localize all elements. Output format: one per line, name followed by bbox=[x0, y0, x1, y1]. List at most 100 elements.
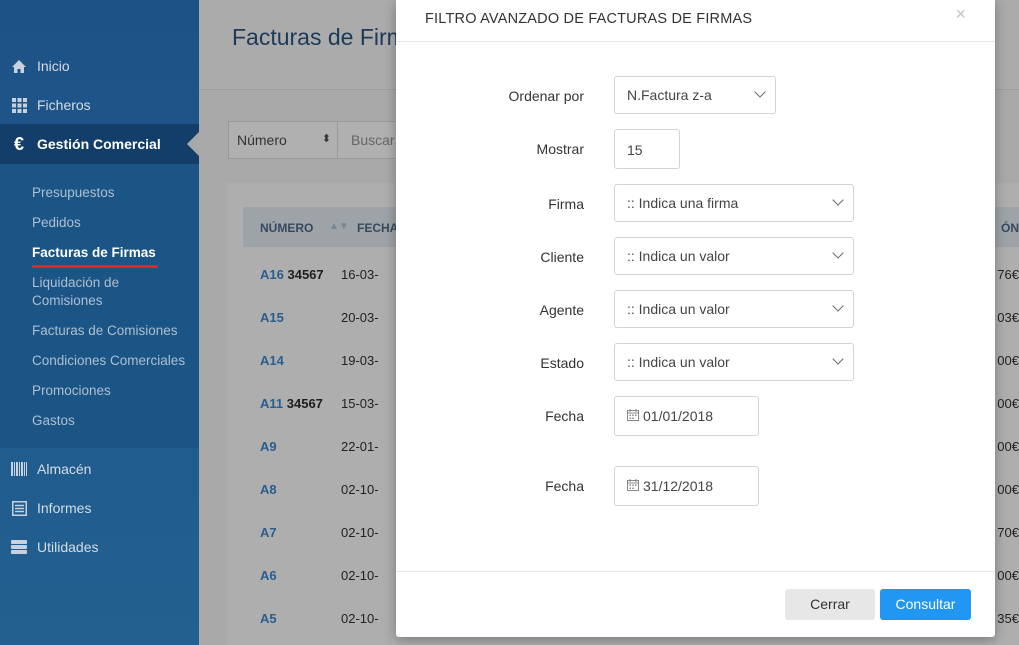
nav-label: Inicio bbox=[37, 58, 70, 74]
sidebar: Inicio Ficheros € Gestión Comercial Pres… bbox=[0, 0, 199, 645]
invoice-number[interactable]: A15 bbox=[260, 310, 284, 325]
invoice-amount: 00€ bbox=[997, 439, 1019, 454]
chevron-down-icon bbox=[832, 194, 844, 206]
nav-label: Informes bbox=[37, 500, 92, 516]
invoice-amount: 03€ bbox=[997, 310, 1019, 325]
column-header-amount[interactable]: ÓN bbox=[1001, 221, 1019, 235]
invoice-code[interactable]: A11 bbox=[260, 396, 283, 411]
nav-item-ficheros[interactable]: Ficheros bbox=[0, 86, 199, 124]
invoice-number[interactable]: A14 bbox=[260, 353, 284, 368]
submenu-item-presupuestos[interactable]: Presupuestos bbox=[32, 184, 192, 202]
invoice-extra: 34567 bbox=[287, 267, 324, 282]
sort-select-value: N.Factura z-a bbox=[627, 87, 712, 103]
chevron-down-icon bbox=[754, 86, 766, 98]
invoice-date: 20-03- bbox=[341, 310, 379, 325]
cerrar-button[interactable]: Cerrar bbox=[785, 589, 875, 620]
invoice-number[interactable]: A6 bbox=[260, 568, 277, 583]
label-firma: Firma bbox=[548, 196, 584, 212]
invoice-code[interactable]: A16 bbox=[260, 267, 284, 282]
show-count-value: 15 bbox=[627, 142, 643, 158]
chevron-down-icon bbox=[832, 300, 844, 312]
invoice-code[interactable]: A7 bbox=[260, 525, 277, 540]
invoice-number[interactable]: A5 bbox=[260, 611, 277, 626]
invoice-date: 16-03- bbox=[341, 267, 379, 282]
invoice-code[interactable]: A15 bbox=[260, 310, 284, 325]
sort-icon: ▲▼ bbox=[329, 221, 349, 232]
firma-select[interactable]: :: Indica una firma bbox=[614, 184, 854, 222]
calendar-icon bbox=[627, 409, 639, 425]
euro-icon: € bbox=[13, 133, 24, 154]
invoice-date: 02-10- bbox=[341, 525, 379, 540]
submenu-gestion-comercial: Presupuestos Pedidos Facturas de Firmas … bbox=[0, 164, 199, 448]
search-placeholder: Buscar bbox=[351, 132, 395, 148]
invoice-amount: 70€ bbox=[997, 525, 1019, 540]
nav-label: Almacén bbox=[37, 461, 92, 477]
date-to-input[interactable]: 31/12/2018 bbox=[614, 466, 759, 506]
invoice-number[interactable]: A7 bbox=[260, 525, 277, 540]
search-field-select[interactable]: Número ⬍ bbox=[228, 121, 338, 159]
invoice-amount: 00€ bbox=[997, 482, 1019, 497]
date-from-input[interactable]: 01/01/2018 bbox=[614, 396, 759, 436]
sort-select[interactable]: N.Factura z-a bbox=[614, 76, 776, 114]
select-arrows-icon: ⬍ bbox=[321, 133, 331, 145]
invoice-date: 02-10- bbox=[341, 611, 379, 626]
show-count-input[interactable]: 15 bbox=[614, 129, 680, 169]
invoice-code[interactable]: A6 bbox=[260, 568, 277, 583]
submenu-item-liquidacion-de-comisiones[interactable]: Liquidación de Comisiones bbox=[32, 274, 142, 310]
submenu-item-gastos[interactable]: Gastos bbox=[32, 412, 192, 430]
close-icon[interactable]: × bbox=[955, 4, 966, 25]
invoice-date: 22-01- bbox=[341, 439, 379, 454]
modal-footer: Cerrar Consultar bbox=[396, 571, 995, 637]
invoice-code[interactable]: A9 bbox=[260, 439, 277, 454]
invoice-amount: 00€ bbox=[997, 568, 1019, 583]
invoice-number[interactable]: A9 bbox=[260, 439, 277, 454]
consultar-button[interactable]: Consultar bbox=[880, 589, 971, 620]
invoice-date: 02-10- bbox=[341, 568, 379, 583]
invoice-date: 02-10- bbox=[341, 482, 379, 497]
estado-select[interactable]: :: Indica un valor bbox=[614, 343, 854, 381]
modal-header: FILTRO AVANZADO DE FACTURAS DE FIRMAS × bbox=[396, 0, 995, 42]
column-header-date[interactable]: FECHA bbox=[357, 221, 398, 235]
nav-label: Ficheros bbox=[37, 97, 91, 113]
date-from-value: 01/01/2018 bbox=[643, 408, 714, 424]
submenu-item-condiciones-comerciales[interactable]: Condiciones Comerciales bbox=[32, 352, 192, 370]
agente-select[interactable]: :: Indica un valor bbox=[614, 290, 854, 328]
invoice-number[interactable]: A8 bbox=[260, 482, 277, 497]
label-ordenar-por: Ordenar por bbox=[508, 88, 584, 104]
modal-title: FILTRO AVANZADO DE FACTURAS DE FIRMAS bbox=[425, 11, 753, 27]
nav-item-gestion-comercial[interactable]: € Gestión Comercial bbox=[0, 124, 199, 164]
barcode-icon bbox=[11, 461, 27, 477]
chevron-down-icon bbox=[832, 353, 844, 365]
nav-item-almacen[interactable]: Almacén bbox=[0, 450, 199, 488]
active-item-underline bbox=[32, 265, 158, 268]
submenu-item-facturas-de-comisiones[interactable]: Facturas de Comisiones bbox=[32, 322, 192, 340]
label-fecha-desde: Fecha bbox=[545, 408, 584, 424]
invoice-number[interactable]: A11 34567 bbox=[260, 396, 323, 411]
label-agente: Agente bbox=[539, 302, 584, 318]
list-icon bbox=[11, 500, 27, 516]
invoice-number[interactable]: A16 34567 bbox=[260, 267, 324, 282]
submenu-item-promociones[interactable]: Promociones bbox=[32, 382, 192, 400]
submenu-item-pedidos[interactable]: Pedidos bbox=[32, 214, 192, 232]
submenu-item-facturas-de-firmas[interactable]: Facturas de Firmas bbox=[32, 244, 192, 262]
invoice-extra: 34567 bbox=[286, 396, 323, 411]
invoice-code[interactable]: A8 bbox=[260, 482, 277, 497]
label-cliente: Cliente bbox=[540, 249, 584, 265]
cliente-select-value: :: Indica un valor bbox=[627, 248, 730, 264]
nav-item-inicio[interactable]: Inicio bbox=[0, 47, 199, 85]
estado-select-value: :: Indica un valor bbox=[627, 354, 730, 370]
label-estado: Estado bbox=[540, 355, 584, 371]
invoice-code[interactable]: A14 bbox=[260, 353, 284, 368]
home-icon bbox=[11, 58, 27, 74]
nav-item-utilidades[interactable]: Utilidades bbox=[0, 528, 199, 566]
invoice-date: 15-03- bbox=[341, 396, 379, 411]
nav-item-informes[interactable]: Informes bbox=[0, 489, 199, 527]
invoice-amount: 00€ bbox=[997, 396, 1019, 411]
column-header-number[interactable]: NÚMERO bbox=[260, 221, 313, 235]
label-fecha-hasta: Fecha bbox=[545, 478, 584, 494]
cliente-select[interactable]: :: Indica un valor bbox=[614, 237, 854, 275]
invoice-code[interactable]: A5 bbox=[260, 611, 277, 626]
page-title: Facturas de Firm bbox=[232, 24, 406, 50]
invoice-amount: 76€ bbox=[997, 267, 1019, 282]
advanced-filter-modal: FILTRO AVANZADO DE FACTURAS DE FIRMAS × … bbox=[396, 0, 995, 637]
